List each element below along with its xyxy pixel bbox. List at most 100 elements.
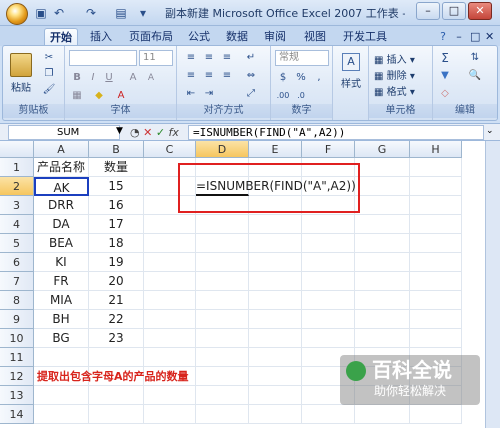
format-cells-button[interactable]: ▦ 格式 ▾ <box>373 82 429 98</box>
row-header-1[interactable]: 1 <box>0 158 34 177</box>
cell-b2[interactable]: 15 <box>89 177 144 196</box>
cell-a6[interactable]: KI <box>34 253 89 272</box>
cell-a4[interactable]: DA <box>34 215 89 234</box>
cell-a2[interactable]: AK <box>34 177 89 196</box>
cell-a1[interactable]: 产品名称 <box>34 158 89 177</box>
cell-h3[interactable] <box>410 196 462 215</box>
cell-c5[interactable] <box>144 234 196 253</box>
cell-c10[interactable] <box>144 329 196 348</box>
column-header-d[interactable]: D <box>196 141 249 158</box>
merge-center-icon[interactable]: ⇔ <box>243 68 259 84</box>
cell-d14[interactable] <box>196 405 249 424</box>
cell-b4[interactable]: 17 <box>89 215 144 234</box>
cell-b14[interactable] <box>89 405 144 424</box>
tab-review[interactable]: 审阅 <box>260 28 290 46</box>
office-button[interactable] <box>6 3 28 25</box>
enter-formula-icon[interactable]: ✓ <box>156 126 165 139</box>
styles-button[interactable]: A 样式 <box>337 50 365 96</box>
increase-indent-icon[interactable]: ⇥ <box>201 86 217 102</box>
cell-e7[interactable] <box>249 272 302 291</box>
shrink-font-icon[interactable]: A <box>143 70 159 86</box>
cell-b10[interactable]: 23 <box>89 329 144 348</box>
row-header-4[interactable]: 4 <box>0 215 34 234</box>
cell-b6[interactable]: 19 <box>89 253 144 272</box>
row-header-9[interactable]: 9 <box>0 310 34 329</box>
row-header-8[interactable]: 8 <box>0 291 34 310</box>
sort-filter-icon[interactable]: ⇅ <box>467 50 483 66</box>
underline-icon[interactable]: U <box>101 70 117 86</box>
cell-h14[interactable] <box>410 405 462 424</box>
cell-f9[interactable] <box>302 310 355 329</box>
name-box-dropdown-icon[interactable]: ▼ <box>116 126 126 136</box>
cell-g6[interactable] <box>355 253 410 272</box>
row-header-13[interactable]: 13 <box>0 386 34 405</box>
maximize-button[interactable]: □ <box>442 2 466 20</box>
find-select-icon[interactable]: 🔍 <box>467 68 483 84</box>
cell-d13[interactable] <box>196 386 249 405</box>
cell-g1[interactable] <box>355 158 410 177</box>
cell-e14[interactable] <box>249 405 302 424</box>
cell-f4[interactable] <box>302 215 355 234</box>
cell-c6[interactable] <box>144 253 196 272</box>
cell-c13[interactable] <box>144 386 196 405</box>
cell-a8[interactable]: MIA <box>34 291 89 310</box>
autosum-button[interactable]: Σ <box>437 50 453 66</box>
clear-icon[interactable]: ◇ <box>437 86 453 102</box>
cell-d11[interactable] <box>196 348 249 367</box>
cell-e9[interactable] <box>249 310 302 329</box>
cell-h6[interactable] <box>410 253 462 272</box>
font-name-select[interactable] <box>69 50 137 66</box>
borders-icon[interactable]: ▦ <box>69 88 85 104</box>
cut-icon[interactable]: ✂ <box>41 50 57 66</box>
cell-g7[interactable] <box>355 272 410 291</box>
row-header-7[interactable]: 7 <box>0 272 34 291</box>
column-header-g[interactable]: G <box>355 141 410 158</box>
cell-b8[interactable]: 21 <box>89 291 144 310</box>
select-all-corner[interactable] <box>0 141 34 158</box>
cell-g2[interactable] <box>355 177 410 196</box>
cell-f10[interactable] <box>302 329 355 348</box>
cell-b1[interactable]: 数量 <box>89 158 144 177</box>
cell-a13[interactable] <box>34 386 89 405</box>
cell-a5[interactable]: BEA <box>34 234 89 253</box>
undo-icon[interactable]: ↶ <box>52 5 66 21</box>
cell-h8[interactable] <box>410 291 462 310</box>
cell-g10[interactable] <box>355 329 410 348</box>
cell-f14[interactable] <box>302 405 355 424</box>
row-header-5[interactable]: 5 <box>0 234 34 253</box>
cell-d5[interactable] <box>196 234 249 253</box>
cell-a7[interactable]: FR <box>34 272 89 291</box>
align-bottom-icon[interactable]: ≡ <box>219 50 235 66</box>
decrease-indent-icon[interactable]: ⇤ <box>183 86 199 102</box>
column-header-a[interactable]: A <box>34 141 89 158</box>
row-header-6[interactable]: 6 <box>0 253 34 272</box>
cell-g8[interactable] <box>355 291 410 310</box>
cell-b9[interactable]: 22 <box>89 310 144 329</box>
ribbon-restore-icon[interactable]: □ <box>466 28 480 46</box>
cell-f8[interactable] <box>302 291 355 310</box>
cell-h5[interactable] <box>410 234 462 253</box>
percent-icon[interactable]: % <box>293 70 309 86</box>
font-size-select[interactable]: 11 <box>139 50 173 66</box>
cell-b13[interactable] <box>89 386 144 405</box>
cell-e4[interactable] <box>249 215 302 234</box>
increase-decimal-icon[interactable]: .00 <box>275 88 291 104</box>
cell-c11[interactable] <box>144 348 196 367</box>
cell-a14[interactable] <box>34 405 89 424</box>
cell-d10[interactable] <box>196 329 249 348</box>
row-header-3[interactable]: 3 <box>0 196 34 215</box>
row-header-2[interactable]: 2 <box>0 177 34 196</box>
collapse-icon[interactable]: ◔ <box>130 126 140 139</box>
name-box[interactable]: SUM <box>8 125 120 140</box>
grow-font-icon[interactable]: A <box>125 70 141 86</box>
cell-d6[interactable] <box>196 253 249 272</box>
minimize-button[interactable]: – <box>416 2 440 20</box>
cell-e5[interactable] <box>249 234 302 253</box>
column-header-b[interactable]: B <box>89 141 144 158</box>
column-header-e[interactable]: E <box>249 141 302 158</box>
cell-d4[interactable] <box>196 215 249 234</box>
cell-b11[interactable] <box>89 348 144 367</box>
vertical-scrollbar[interactable] <box>485 141 500 428</box>
insert-function-icon[interactable]: fx <box>169 126 179 139</box>
row-header-10[interactable]: 10 <box>0 329 34 348</box>
